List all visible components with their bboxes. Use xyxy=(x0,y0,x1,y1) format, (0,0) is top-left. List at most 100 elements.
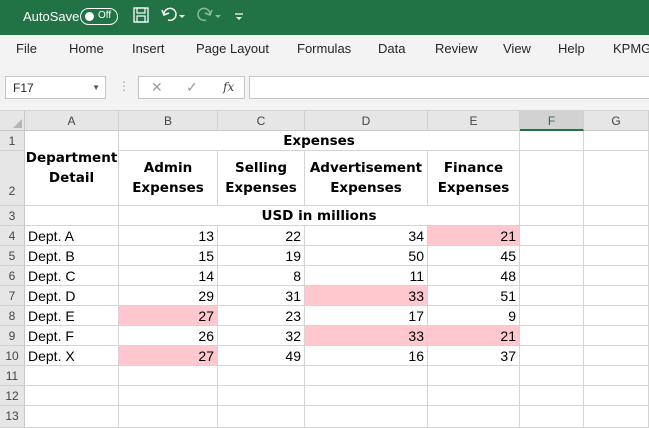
cell-b3-units[interactable]: USD in millions xyxy=(119,206,520,226)
cell-advertisement-highlighted[interactable]: 33 xyxy=(305,326,428,346)
cell-empty[interactable] xyxy=(584,286,649,306)
row-header-4[interactable]: 4 xyxy=(0,226,25,246)
row-header-12[interactable]: 12 xyxy=(0,386,25,406)
cell-empty[interactable] xyxy=(428,386,520,406)
cell-e2-finance[interactable]: Finance Expenses xyxy=(428,151,520,206)
cell-selling[interactable]: 22 xyxy=(218,226,305,246)
cell-empty[interactable] xyxy=(119,386,218,406)
cell-selling[interactable]: 8 xyxy=(218,266,305,286)
cell-empty[interactable] xyxy=(520,406,584,428)
cell-empty[interactable] xyxy=(25,366,119,386)
enter-icon[interactable]: ✓ xyxy=(186,79,198,96)
select-all-corner[interactable] xyxy=(0,111,25,131)
cell-empty[interactable] xyxy=(520,386,584,406)
cell-empty[interactable] xyxy=(428,406,520,428)
cell-empty[interactable] xyxy=(119,406,218,428)
cell-finance[interactable]: 45 xyxy=(428,246,520,266)
cell-dept[interactable]: Dept. A xyxy=(25,226,119,246)
tab-data[interactable]: Data xyxy=(378,41,405,56)
cell-empty[interactable] xyxy=(520,246,584,266)
cell-dept[interactable]: Dept. F xyxy=(25,326,119,346)
cell-a3[interactable] xyxy=(25,206,119,226)
cell-f1[interactable] xyxy=(520,131,584,151)
cell-empty[interactable] xyxy=(305,386,428,406)
row-header-8[interactable]: 8 xyxy=(0,306,25,326)
autosave-toggle[interactable]: Off xyxy=(80,8,118,25)
tab-file[interactable]: File xyxy=(16,41,37,56)
cell-empty[interactable] xyxy=(520,266,584,286)
name-box[interactable]: F17 ▼ xyxy=(5,76,106,99)
cell-empty[interactable] xyxy=(584,246,649,266)
column-header-a[interactable]: A xyxy=(25,111,119,131)
cell-g3[interactable] xyxy=(584,206,649,226)
cell-empty[interactable] xyxy=(305,406,428,428)
row-header-7[interactable]: 7 xyxy=(0,286,25,306)
worksheet-grid[interactable]: A B C D E F G 1 2 3 4 5 6 7 8 9 10 11 12… xyxy=(0,111,649,428)
cell-advertisement[interactable]: 17 xyxy=(305,306,428,326)
cell-admin-highlighted[interactable]: 27 xyxy=(119,346,218,366)
row-header-11[interactable]: 11 xyxy=(0,366,25,386)
cell-b1-expenses-header[interactable]: Expenses xyxy=(119,131,520,151)
cell-empty[interactable] xyxy=(584,386,649,406)
cell-f2[interactable] xyxy=(520,151,584,206)
column-header-g[interactable]: G xyxy=(584,111,649,131)
cell-d2-advertisement[interactable]: Advertisement Expenses xyxy=(305,151,428,206)
cell-empty[interactable] xyxy=(584,366,649,386)
tab-home[interactable]: Home xyxy=(69,41,104,56)
cell-admin-highlighted[interactable]: 27 xyxy=(119,306,218,326)
tab-kpmg[interactable]: KPMG xyxy=(613,41,649,56)
column-header-e[interactable]: E xyxy=(428,111,520,131)
cell-a1-department-detail[interactable]: Department Detail xyxy=(25,131,119,206)
tab-help[interactable]: Help xyxy=(558,41,585,56)
cell-empty[interactable] xyxy=(520,366,584,386)
tab-insert[interactable]: Insert xyxy=(132,41,165,56)
cell-empty[interactable] xyxy=(584,326,649,346)
cell-advertisement[interactable]: 16 xyxy=(305,346,428,366)
cell-advertisement[interactable]: 34 xyxy=(305,226,428,246)
cell-finance[interactable]: 51 xyxy=(428,286,520,306)
cell-dept[interactable]: Dept. X xyxy=(25,346,119,366)
cell-advertisement[interactable]: 50 xyxy=(305,246,428,266)
cell-empty[interactable] xyxy=(584,406,649,428)
row-header-13[interactable]: 13 xyxy=(0,406,25,428)
cell-finance[interactable]: 37 xyxy=(428,346,520,366)
cell-empty[interactable] xyxy=(520,306,584,326)
customize-toolbar-icon[interactable] xyxy=(232,6,246,28)
cell-advertisement[interactable]: 11 xyxy=(305,266,428,286)
row-header-9[interactable]: 9 xyxy=(0,326,25,346)
cell-empty[interactable] xyxy=(119,366,218,386)
tab-review[interactable]: Review xyxy=(435,41,478,56)
cell-empty[interactable] xyxy=(520,226,584,246)
cell-empty[interactable] xyxy=(25,406,119,428)
row-header-10[interactable]: 10 xyxy=(0,346,25,366)
row-header-3[interactable]: 3 xyxy=(0,206,25,226)
cell-selling[interactable]: 23 xyxy=(218,306,305,326)
cell-empty[interactable] xyxy=(584,346,649,366)
cell-selling[interactable]: 32 xyxy=(218,326,305,346)
column-header-b[interactable]: B xyxy=(119,111,218,131)
cell-finance[interactable]: 9 xyxy=(428,306,520,326)
save-icon[interactable] xyxy=(130,6,152,28)
tab-page-layout[interactable]: Page Layout xyxy=(196,41,269,56)
undo-icon[interactable] xyxy=(160,6,186,28)
cell-dept[interactable]: Dept. D xyxy=(25,286,119,306)
cell-empty[interactable] xyxy=(218,386,305,406)
cell-g2[interactable] xyxy=(584,151,649,206)
insert-function-icon[interactable]: fx xyxy=(223,80,234,94)
cell-empty[interactable] xyxy=(305,366,428,386)
row-header-6[interactable]: 6 xyxy=(0,266,25,286)
cell-empty[interactable] xyxy=(520,286,584,306)
chevron-down-icon[interactable]: ▼ xyxy=(92,83,100,92)
row-header-1[interactable]: 1 xyxy=(0,131,25,151)
cell-selling[interactable]: 19 xyxy=(218,246,305,266)
cell-finance-highlighted[interactable]: 21 xyxy=(428,226,520,246)
cell-g1[interactable] xyxy=(584,131,649,151)
cell-dept[interactable]: Dept. C xyxy=(25,266,119,286)
cell-finance[interactable]: 48 xyxy=(428,266,520,286)
cell-empty[interactable] xyxy=(25,386,119,406)
tab-view[interactable]: View xyxy=(503,41,531,56)
cell-admin[interactable]: 14 xyxy=(119,266,218,286)
cell-selling[interactable]: 31 xyxy=(218,286,305,306)
cell-dept[interactable]: Dept. E xyxy=(25,306,119,326)
row-header-2[interactable]: 2 xyxy=(0,151,25,206)
